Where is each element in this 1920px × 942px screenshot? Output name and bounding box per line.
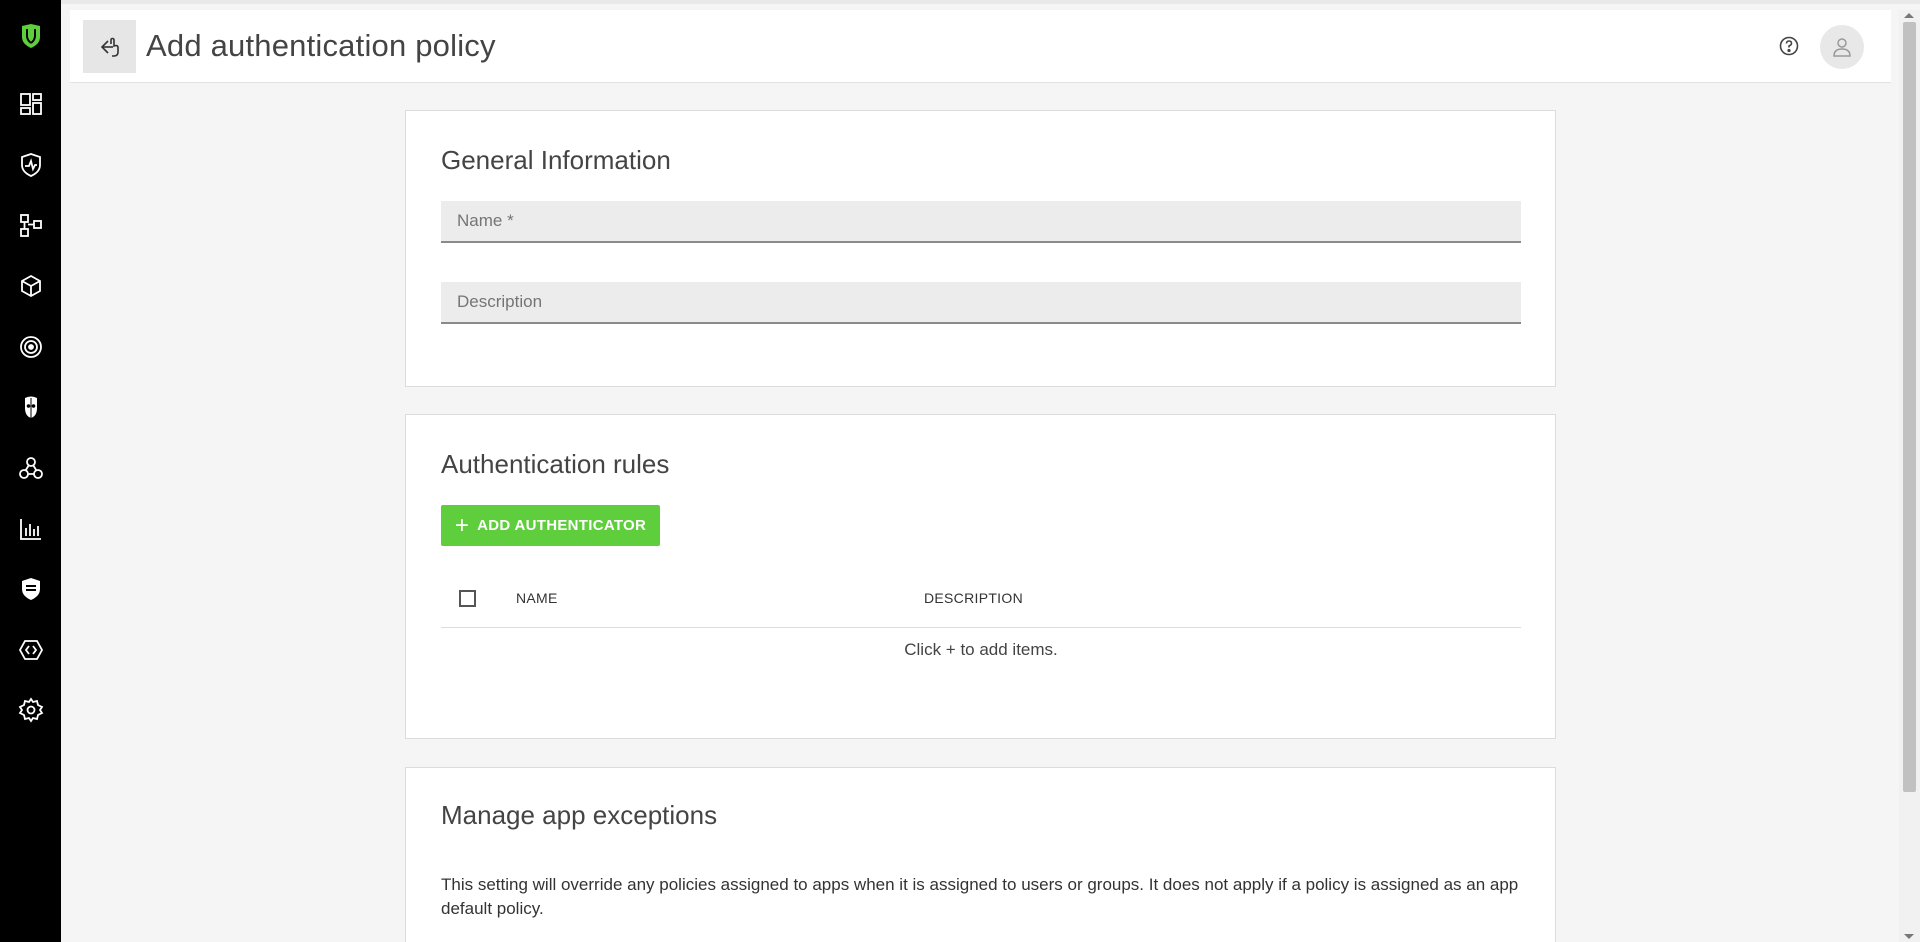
- authentication-rules-card: Authentication rules + ADD AUTHENTICATOR…: [405, 414, 1556, 739]
- help-icon[interactable]: [1777, 34, 1801, 58]
- avatar[interactable]: [1820, 25, 1864, 69]
- shield-logo-icon[interactable]: [0, 10, 61, 62]
- column-header-name[interactable]: NAME: [516, 590, 558, 606]
- general-information-card: General Information: [405, 110, 1556, 387]
- dashboard-icon[interactable]: [0, 78, 61, 130]
- manage-app-exceptions-title: Manage app exceptions: [441, 800, 718, 830]
- sidebar: [0, 0, 61, 942]
- page-title: Add authentication policy: [146, 28, 496, 63]
- column-header-description[interactable]: DESCRIPTION: [924, 590, 1023, 606]
- app-exceptions-note: This setting will override any policies …: [441, 875, 1519, 918]
- page-scrollbar[interactable]: [1899, 10, 1920, 942]
- shield-list-icon[interactable]: [0, 563, 61, 615]
- cube-icon[interactable]: [0, 260, 61, 312]
- table-header: NAME DESCRIPTION: [441, 570, 1521, 628]
- back-arrow-icon: [100, 37, 119, 57]
- back-button[interactable]: [83, 20, 136, 73]
- top-strip: [0, 0, 1920, 4]
- page-header: Add authentication policy: [70, 10, 1891, 83]
- scroll-up-arrow-icon[interactable]: [1904, 13, 1914, 18]
- manage-app-exceptions-card: Manage app exceptions This setting will …: [405, 767, 1556, 942]
- general-information-title: General Information: [441, 145, 671, 175]
- webhook-icon[interactable]: [0, 442, 61, 494]
- user-icon: [1833, 38, 1851, 57]
- name-field[interactable]: [441, 201, 1521, 243]
- plus-icon: +: [454, 511, 470, 539]
- empty-table-message: Click + to add items.: [904, 640, 1058, 659]
- bar-chart-icon[interactable]: [0, 503, 61, 555]
- authentication-rules-title: Authentication rules: [441, 449, 670, 479]
- scrollbar-thumb[interactable]: [1903, 22, 1916, 792]
- description-field[interactable]: [441, 282, 1521, 324]
- network-nodes-icon[interactable]: [0, 199, 61, 251]
- add-authenticator-button[interactable]: + ADD AUTHENTICATOR: [441, 505, 660, 546]
- code-badge-icon[interactable]: [0, 624, 61, 676]
- shield-pulse-icon[interactable]: [0, 139, 61, 191]
- select-all-checkbox[interactable]: [459, 590, 476, 607]
- add-authenticator-label: ADD AUTHENTICATOR: [477, 517, 647, 534]
- mask-icon[interactable]: [0, 381, 61, 433]
- scroll-down-arrow-icon[interactable]: [1904, 934, 1914, 939]
- target-icon[interactable]: [0, 321, 61, 373]
- gear-icon[interactable]: [0, 684, 61, 736]
